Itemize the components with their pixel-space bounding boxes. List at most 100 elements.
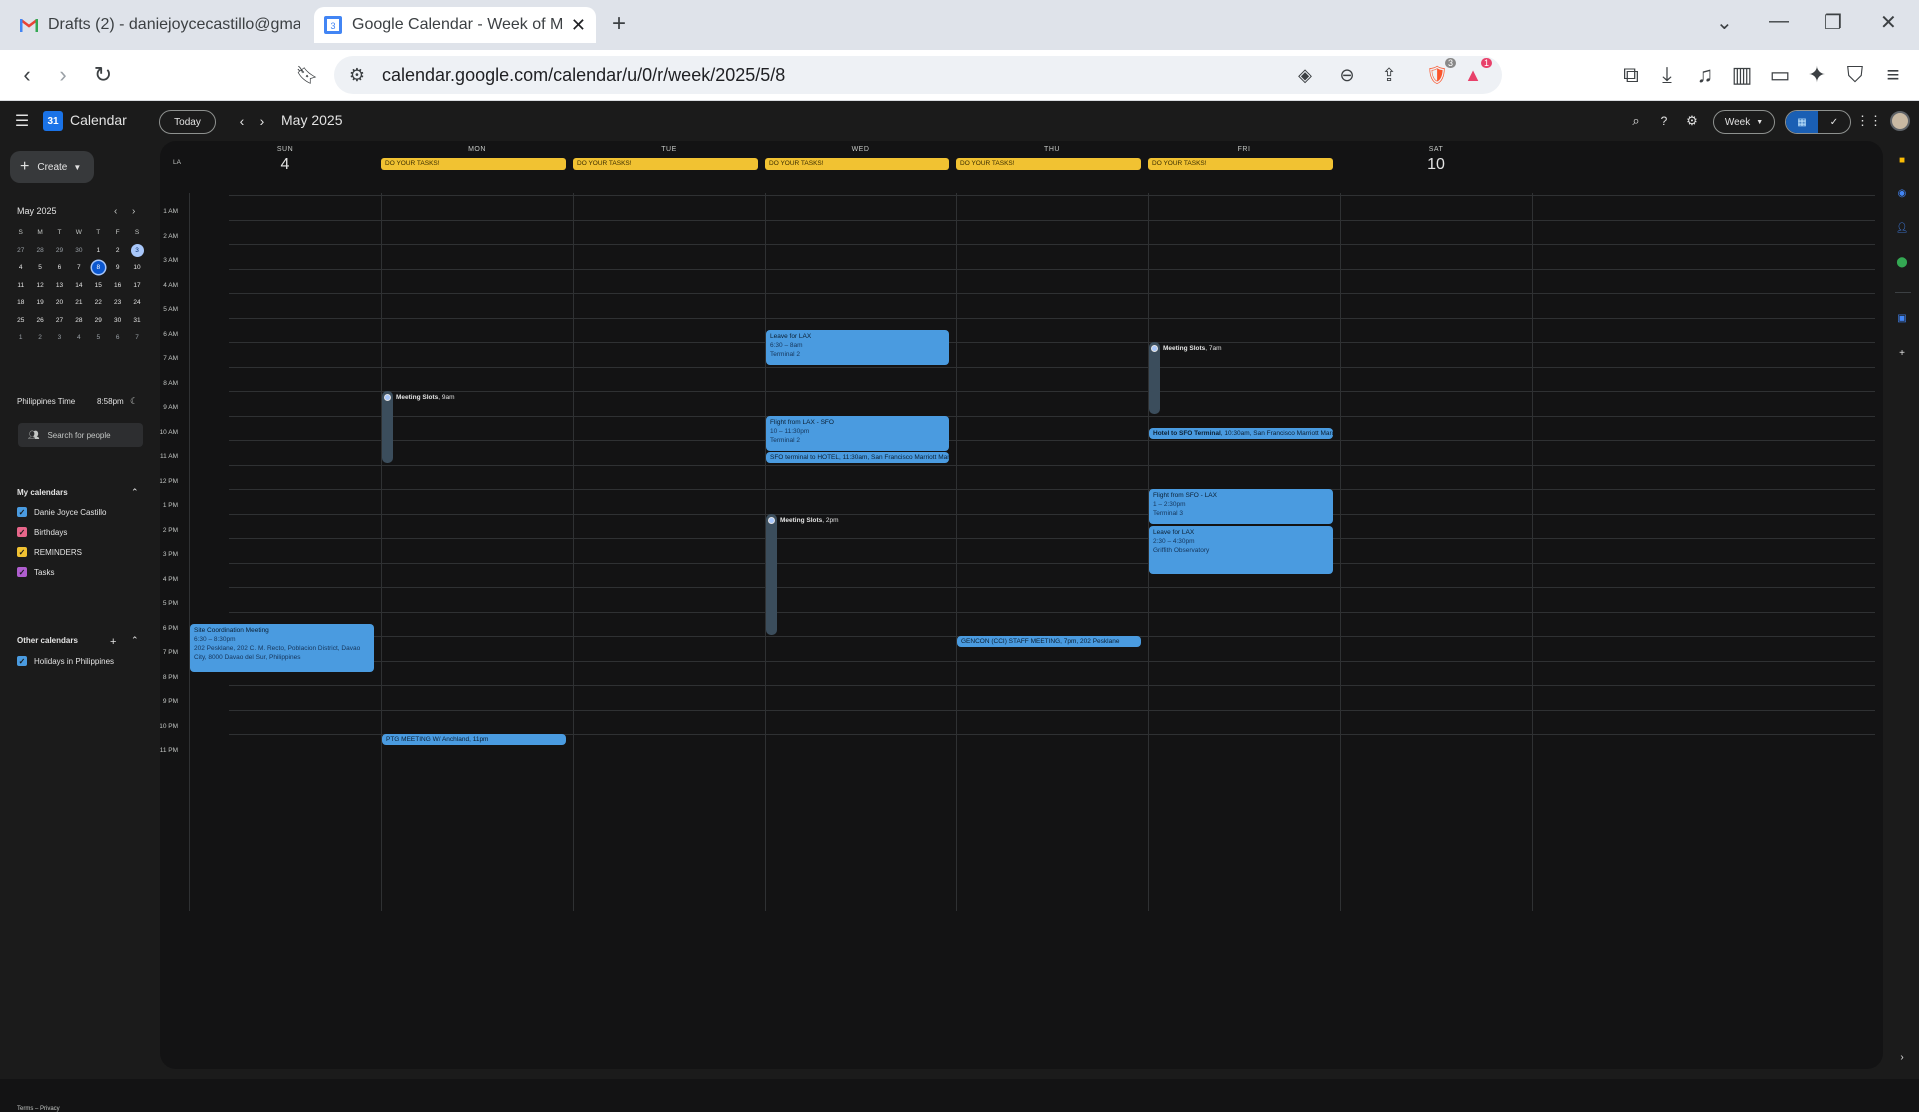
mini-day[interactable]: 16 (108, 277, 127, 295)
view-switcher-button[interactable]: Week ▼ (1713, 110, 1775, 134)
zoom-meeting-icon[interactable]: ▣ (1895, 311, 1909, 325)
mini-day[interactable]: 1 (11, 329, 30, 347)
all-day-event[interactable]: DO YOUR TASKS! (956, 158, 1141, 170)
next-week-icon[interactable]: › (254, 112, 270, 130)
event-ptg-meeting[interactable]: PTG MEETING W/ Anchland, 11pm (382, 734, 566, 745)
vpn-icon[interactable]: ⛉ (1840, 60, 1870, 90)
calendar-item[interactable]: ✓ Danie Joyce Castillo (17, 507, 106, 517)
checkbox-checked-icon[interactable]: ✓ (17, 547, 27, 557)
mini-day[interactable]: 10 (127, 259, 146, 277)
mini-day[interactable]: 13 (50, 277, 69, 295)
mini-day[interactable]: 17 (127, 277, 146, 295)
browser-menu-icon[interactable]: ≡ (1878, 60, 1908, 90)
calendar-item[interactable]: ✓ Birthdays (17, 527, 67, 537)
tab-search-icon[interactable]: ⌄ (1716, 10, 1733, 35)
all-day-event[interactable]: DO YOUR TASKS! (573, 158, 758, 170)
mini-day[interactable]: 1 (89, 242, 108, 260)
mini-day[interactable]: 30 (108, 312, 127, 330)
restore-icon[interactable]: ❐ (1824, 10, 1842, 35)
day-header[interactable]: SAT 10 (1319, 146, 1553, 174)
mini-day[interactable]: 23 (108, 294, 127, 312)
checkbox-checked-icon[interactable]: ✓ (17, 507, 27, 517)
mini-day[interactable]: 27 (11, 242, 30, 260)
tab-calendar[interactable]: 3 Google Calendar - Week of May 4, 2025 … (314, 7, 596, 43)
mini-day[interactable]: 7 (69, 259, 88, 277)
brave-rewards-icon[interactable]: ▲ 1 (1460, 58, 1492, 88)
event-meeting-slots-mon[interactable] (382, 391, 393, 463)
mini-day[interactable]: 28 (30, 242, 49, 260)
mini-day[interactable]: 20 (50, 294, 69, 312)
all-day-event[interactable]: DO YOUR TASKS! (381, 158, 566, 170)
mini-prev-icon[interactable]: ‹ (114, 206, 117, 217)
mini-day[interactable]: 5 (30, 259, 49, 277)
mini-day[interactable]: 2 (108, 242, 127, 260)
mini-day[interactable]: 8 (89, 259, 108, 277)
tasks-view-icon[interactable]: ✓ (1818, 111, 1850, 133)
contacts-icon[interactable]: 👤︎ (1895, 221, 1909, 235)
mini-day[interactable]: 5 (89, 329, 108, 347)
day-number[interactable]: 10 (1319, 156, 1553, 174)
create-button[interactable]: + Create ▼ (10, 151, 94, 183)
tasks-icon[interactable]: ◉ (1895, 186, 1909, 200)
mini-day[interactable]: 21 (69, 294, 88, 312)
mini-day[interactable]: 15 (89, 277, 108, 295)
calendar-item[interactable]: ✓ Holidays in Philippines (17, 656, 114, 666)
mini-day[interactable]: 6 (50, 259, 69, 277)
mini-day[interactable]: 11 (11, 277, 30, 295)
settings-gear-icon[interactable]: ⚙︎ (1683, 112, 1701, 130)
mini-next-icon[interactable]: › (132, 206, 135, 217)
mini-day[interactable]: 4 (11, 259, 30, 277)
event-leave-for-lax-fri[interactable]: Leave for LAX 2:30 – 4:30pm Griffith Obser… (1149, 526, 1333, 574)
forward-icon[interactable]: › (48, 60, 78, 90)
mini-day[interactable]: 22 (89, 294, 108, 312)
slot-label[interactable]: Meeting Slots, 7am (1163, 345, 1222, 352)
reload-icon[interactable]: ↻ (88, 60, 118, 90)
event-site-coordination[interactable]: Site Coordination Meeting 6:30 – 8:30pm 20… (190, 624, 374, 672)
terms-privacy-link[interactable]: Terms – Privacy (17, 1106, 60, 1112)
calendar-view-icon[interactable]: ▦ (1786, 111, 1818, 133)
brave-shields-icon[interactable]: 🛡︎ 3 (1424, 58, 1456, 88)
mini-day[interactable]: 12 (30, 277, 49, 295)
close-tab-icon[interactable]: ✕ (571, 15, 586, 36)
other-calendars-title[interactable]: Other calendars (17, 636, 78, 645)
maps-icon[interactable]: ⬤ (1895, 255, 1909, 269)
mini-day[interactable]: 26 (30, 312, 49, 330)
mini-day[interactable]: 30 (69, 242, 88, 260)
url-text[interactable]: calendar.google.com/calendar/u/0/r/week/… (382, 65, 785, 86)
download-icon[interactable]: ⤓ (1652, 60, 1682, 90)
mini-day[interactable]: 6 (108, 329, 127, 347)
mini-day[interactable]: 18 (11, 294, 30, 312)
keep-icon[interactable]: ■ (1895, 153, 1909, 167)
chevron-up-icon[interactable]: ⌃ (131, 487, 139, 498)
back-icon[interactable]: ‹ (12, 60, 42, 90)
mini-day[interactable]: 24 (127, 294, 146, 312)
today-button[interactable]: Today (159, 110, 216, 134)
all-day-event[interactable]: DO YOUR TASKS! (1148, 158, 1333, 170)
sidebar-toggle-icon[interactable]: ▥ (1727, 60, 1757, 90)
mini-day[interactable]: 3 (50, 329, 69, 347)
event-hotel-to-sfo[interactable]: Hotel to SFO Terminal, 10:30am, San Fran… (1149, 428, 1333, 439)
mini-day[interactable]: 25 (11, 312, 30, 330)
bookmark-icon[interactable]: 🔖︎ (292, 60, 322, 90)
chevron-up-icon[interactable]: ⌃ (131, 635, 139, 646)
address-bar[interactable]: ⚙︎ calendar.google.com/calendar/u/0/r/we… (334, 56, 1502, 94)
mini-day[interactable]: 31 (127, 312, 146, 330)
help-icon[interactable]: ? (1655, 112, 1673, 130)
search-people-input[interactable]: 👥︎ Search for people (18, 423, 143, 447)
mini-day[interactable]: 9 (108, 259, 127, 277)
calendar-item[interactable]: ✓ REMINDERS (17, 547, 82, 557)
avatar[interactable] (1890, 111, 1910, 131)
mini-day[interactable]: 3 (127, 242, 146, 260)
calendar-logo[interactable]: 31 (43, 111, 63, 131)
event-flight-lax-sfo[interactable]: Flight from LAX - SFO 10 – 11:30pm Termina… (766, 416, 949, 451)
leo-ai-icon[interactable]: ✦ (1802, 60, 1832, 90)
event-sfo-to-hotel[interactable]: SFO terminal to HOTEL, 11:30am, San Fran… (766, 452, 949, 463)
event-meeting-slots-fri[interactable] (1149, 342, 1160, 414)
slot-label[interactable]: Meeting Slots, 9am (396, 394, 455, 401)
mini-day[interactable]: 27 (50, 312, 69, 330)
mini-day[interactable]: 29 (50, 242, 69, 260)
mini-day[interactable]: 19 (30, 294, 49, 312)
new-tab-icon[interactable]: + (612, 10, 626, 38)
zoom-icon[interactable]: ⊖ (1334, 62, 1360, 88)
site-info-icon[interactable]: ⚙︎ (344, 62, 370, 88)
